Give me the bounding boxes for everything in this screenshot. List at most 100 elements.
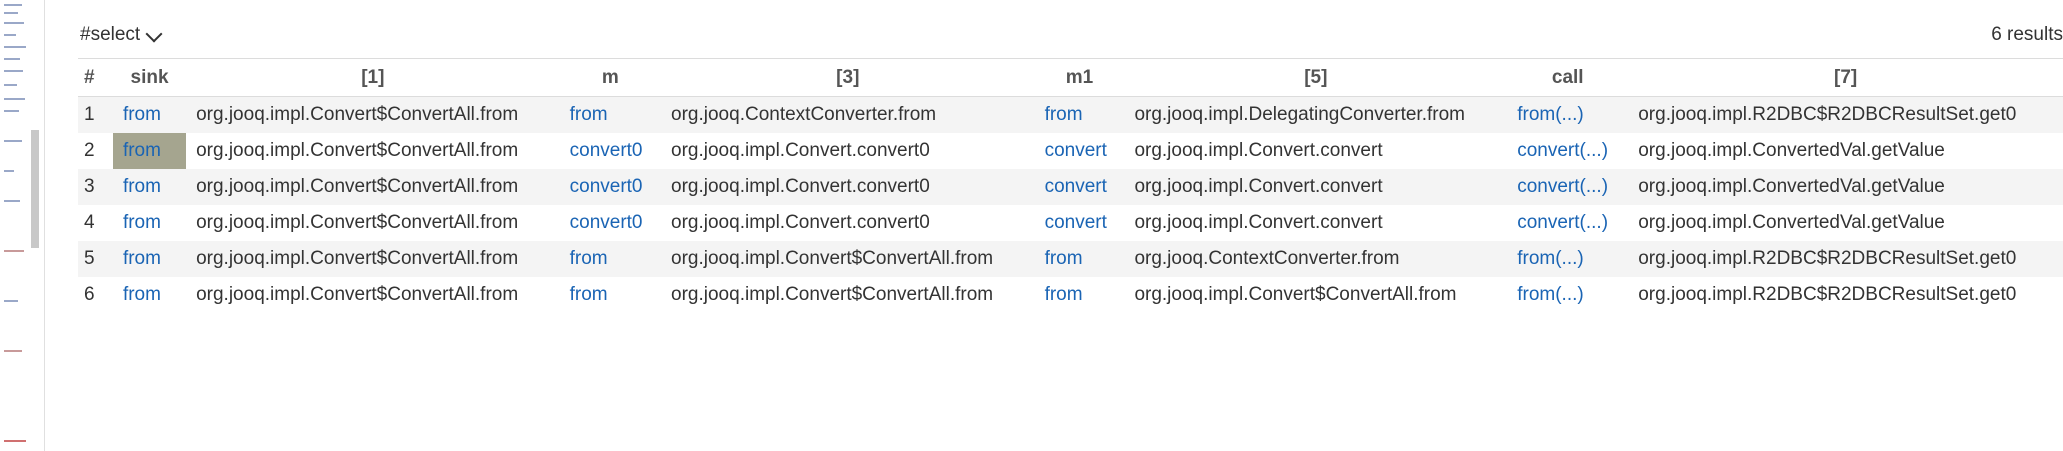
m-link[interactable]: from: [570, 284, 608, 305]
sink-link[interactable]: from: [123, 104, 161, 125]
cell-m1: convert: [1035, 205, 1125, 241]
cell-m: convert0: [560, 133, 661, 169]
column-header-1[interactable]: [1]: [186, 58, 560, 97]
m-link[interactable]: convert0: [570, 140, 643, 161]
chevron-down-icon: [145, 25, 163, 42]
cell-m1: from: [1034, 96, 1125, 133]
cell-sink-selected[interactable]: from: [112, 133, 187, 169]
cell-3: org.jooq.impl.Convert$ConvertAll.from: [661, 241, 1035, 277]
results-table: # sink [1] m [3] m1 [5] call [7] 1 from …: [78, 58, 2063, 313]
cell-m: convert0: [559, 169, 662, 205]
cell-7: org.jooq.impl.R2DBC$R2DBCResultSet.get0: [1628, 241, 2063, 277]
row-index: 2: [84, 140, 95, 161]
column-header-call[interactable]: call: [1507, 58, 1629, 97]
sink-link[interactable]: from: [123, 140, 161, 161]
cell-1: org.jooq.impl.Convert$ConvertAll.from: [196, 140, 519, 161]
call-link[interactable]: convert(...): [1517, 140, 1608, 161]
column-header-m1[interactable]: m1: [1034, 58, 1125, 97]
cell-m1: convert: [1034, 169, 1125, 205]
header-row: # sink [1] m [3] m1 [5] call [7]: [78, 58, 2063, 97]
m1-link[interactable]: convert: [1045, 212, 1107, 233]
cell-m1: convert: [1035, 133, 1125, 169]
cell-7: org.jooq.impl.ConvertedVal.getValue: [1638, 212, 1945, 233]
column-header-m[interactable]: m: [559, 58, 662, 97]
cell-7: org.jooq.impl.ConvertedVal.getValue: [1638, 140, 1945, 161]
sink-link[interactable]: from: [123, 212, 161, 233]
call-link[interactable]: convert(...): [1517, 212, 1608, 233]
results-toolbar: #select 6 results: [78, 18, 2063, 58]
cell-1: org.jooq.impl.Convert$ConvertAll.from: [186, 169, 560, 205]
call-link[interactable]: convert(...): [1517, 176, 1608, 197]
table-row: 2 from org.jooq.impl.Convert$ConvertAll.…: [78, 133, 2063, 169]
call-link[interactable]: from(...): [1517, 284, 1584, 305]
row-index: 1: [78, 96, 113, 133]
cell-sink[interactable]: from: [112, 169, 187, 205]
results-count: 6 results: [1991, 24, 2063, 45]
sink-link[interactable]: from: [123, 284, 161, 305]
row-index: 4: [84, 212, 95, 233]
cell-1: org.jooq.impl.Convert$ConvertAll.from: [196, 212, 519, 233]
column-header-3[interactable]: [3]: [661, 58, 1035, 97]
cell-call: from(...): [1507, 241, 1629, 277]
result-set-selector[interactable]: #select: [80, 24, 163, 46]
row-index: 5: [78, 241, 113, 277]
cell-m1: from: [1035, 277, 1125, 313]
row-index: 6: [84, 284, 95, 305]
cell-sink[interactable]: from: [112, 96, 187, 133]
cell-5: org.jooq.impl.Convert.convert: [1124, 169, 1508, 205]
table-row: 3 from org.jooq.impl.Convert$ConvertAll.…: [78, 169, 2063, 205]
column-header-5[interactable]: [5]: [1124, 58, 1508, 97]
cell-5: org.jooq.ContextConverter.from: [1124, 241, 1508, 277]
column-header-7[interactable]: [7]: [1628, 58, 2063, 97]
cell-1: org.jooq.impl.Convert$ConvertAll.from: [186, 241, 560, 277]
row-index: 3: [78, 169, 113, 205]
cell-3: org.jooq.impl.Convert.convert0: [661, 169, 1035, 205]
editor-minimap[interactable]: [0, 0, 45, 451]
cell-1: org.jooq.impl.Convert$ConvertAll.from: [196, 284, 519, 305]
cell-3: org.jooq.impl.Convert.convert0: [671, 212, 930, 233]
cell-5: org.jooq.impl.Convert$ConvertAll.from: [1134, 284, 1457, 305]
table-row: 1 from org.jooq.impl.Convert$ConvertAll.…: [78, 96, 2063, 133]
sink-link[interactable]: from: [123, 176, 161, 197]
table-row: 5 from org.jooq.impl.Convert$ConvertAll.…: [78, 241, 2063, 277]
cell-5: org.jooq.impl.DelegatingConverter.from: [1124, 96, 1508, 133]
m1-link[interactable]: convert: [1045, 176, 1107, 197]
m1-link[interactable]: from: [1045, 284, 1083, 305]
cell-1: org.jooq.impl.Convert$ConvertAll.from: [186, 96, 560, 133]
cell-7: org.jooq.impl.R2DBC$R2DBCResultSet.get0: [1638, 284, 2017, 305]
minimap-scroll-thumb[interactable]: [31, 130, 39, 248]
cell-call: convert(...): [1507, 205, 1628, 241]
cell-m: from: [559, 241, 662, 277]
call-link[interactable]: from(...): [1517, 104, 1584, 125]
column-header-index[interactable]: #: [78, 58, 113, 97]
m-link[interactable]: from: [570, 248, 608, 269]
m-link[interactable]: from: [570, 104, 608, 125]
sink-link[interactable]: from: [123, 248, 161, 269]
table-row: 6 from org.jooq.impl.Convert$ConvertAll.…: [78, 277, 2063, 313]
cell-call: from(...): [1507, 277, 1628, 313]
results-panel: #select 6 results # sink [1] m [3] m1 [5…: [78, 18, 2063, 451]
cell-3: org.jooq.impl.Convert.convert0: [671, 140, 930, 161]
cell-sink[interactable]: from: [112, 241, 187, 277]
m1-link[interactable]: convert: [1045, 140, 1107, 161]
cell-sink[interactable]: from: [113, 277, 186, 313]
m1-link[interactable]: from: [1045, 248, 1083, 269]
m1-link[interactable]: from: [1045, 104, 1083, 125]
cell-m: from: [560, 277, 661, 313]
m-link[interactable]: convert0: [570, 212, 643, 233]
cell-call: convert(...): [1507, 169, 1629, 205]
cell-call: convert(...): [1507, 133, 1628, 169]
cell-3: org.jooq.ContextConverter.from: [661, 96, 1035, 133]
cell-7: org.jooq.impl.ConvertedVal.getValue: [1628, 169, 2063, 205]
call-link[interactable]: from(...): [1517, 248, 1584, 269]
cell-m: convert0: [560, 205, 661, 241]
cell-call: from(...): [1507, 96, 1629, 133]
table-row: 4 from org.jooq.impl.Convert$ConvertAll.…: [78, 205, 2063, 241]
m-link[interactable]: convert0: [570, 176, 643, 197]
cell-sink[interactable]: from: [113, 205, 186, 241]
cell-m: from: [559, 96, 662, 133]
result-set-label: #select: [80, 24, 141, 45]
cell-5: org.jooq.impl.Convert.convert: [1134, 140, 1383, 161]
cell-7: org.jooq.impl.R2DBC$R2DBCResultSet.get0: [1628, 96, 2063, 133]
column-header-sink[interactable]: sink: [112, 58, 187, 97]
